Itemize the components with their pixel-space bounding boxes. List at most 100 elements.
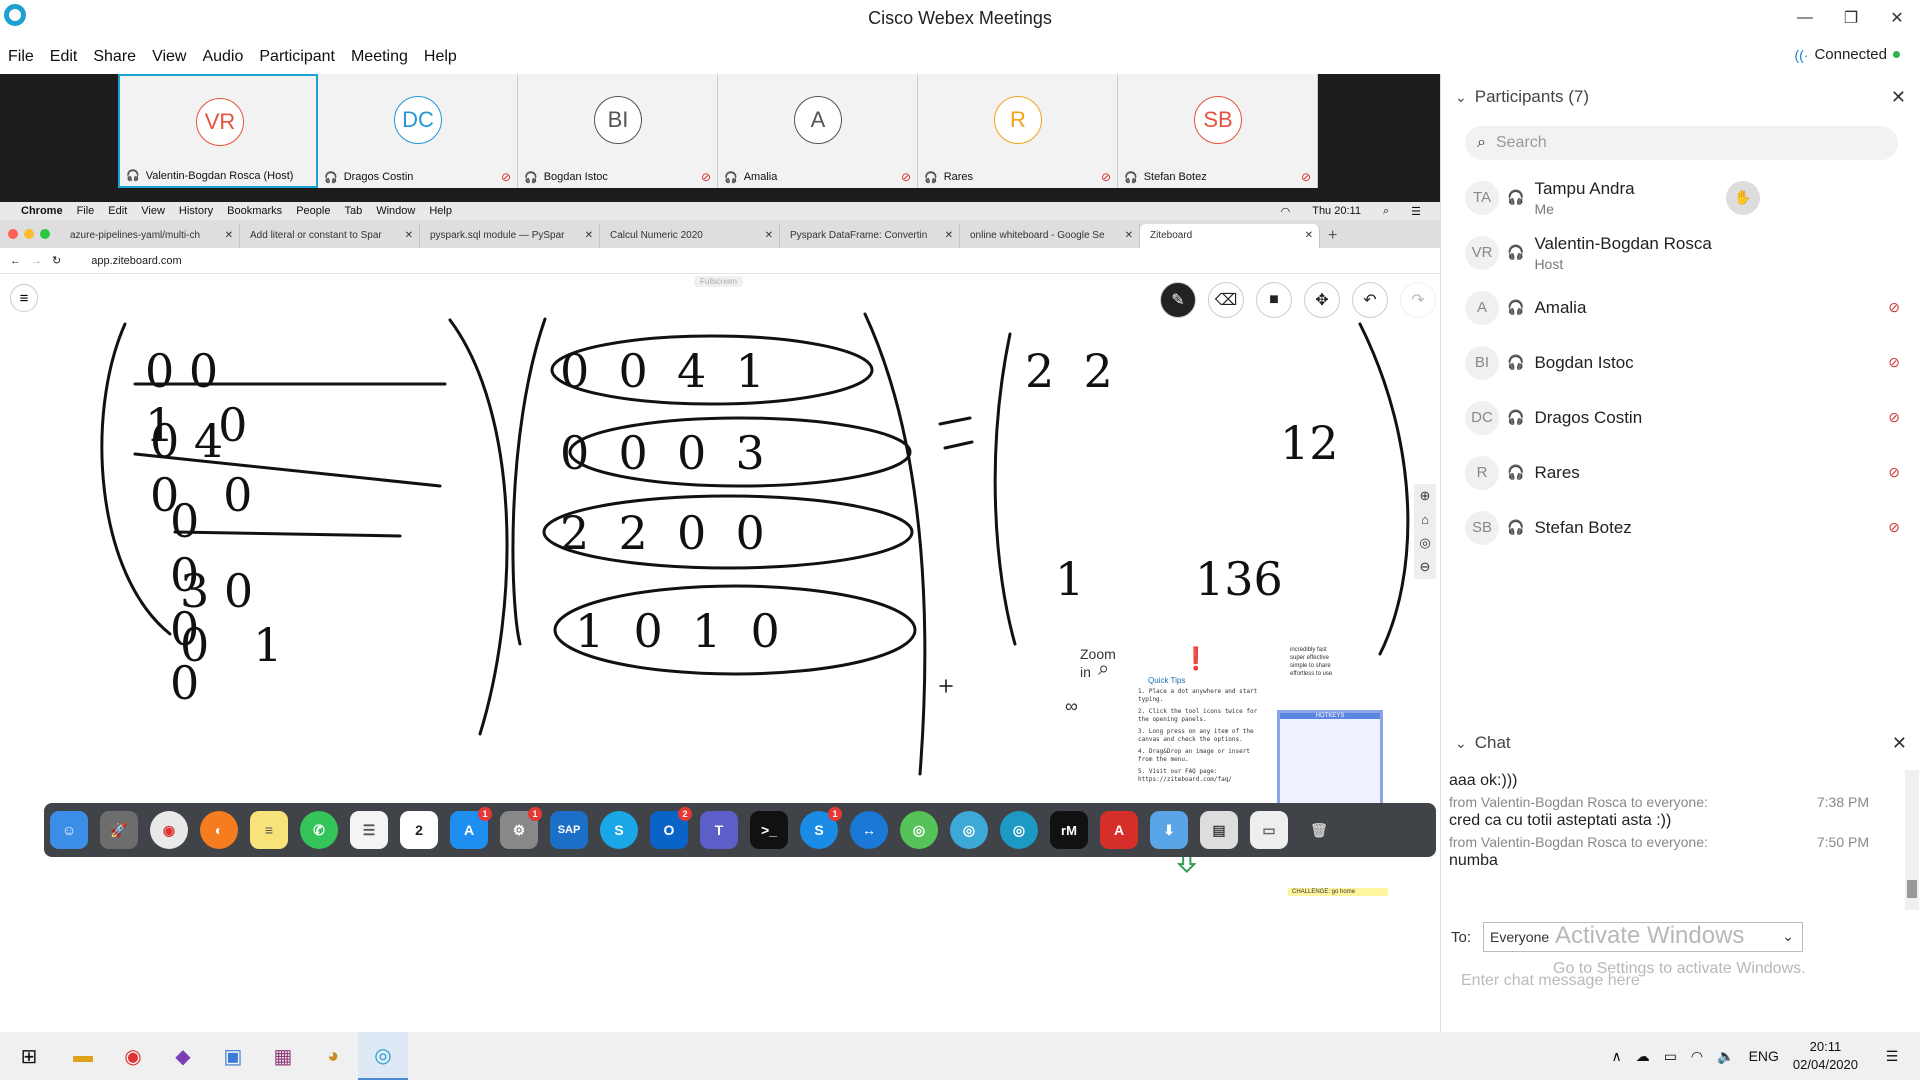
winrar-icon[interactable]: ▦ bbox=[258, 1032, 308, 1080]
menu-participant[interactable]: Participant bbox=[251, 44, 343, 70]
tab-label: azure-pipelines-yaml/multi-ch bbox=[70, 230, 201, 241]
headset-icon: 🎧 bbox=[126, 170, 140, 182]
system-preferences-icon: ⚙ 1 bbox=[500, 807, 542, 849]
video-thumbnail[interactable]: SB 🎧 Stefan Botez ⊘ bbox=[1118, 74, 1318, 188]
participant-row[interactable]: VR 🎧 Valentin-Bogdan Rosca Host bbox=[1441, 225, 1920, 280]
video-thumbnail[interactable]: DC 🎧 Dragos Costin ⊘ bbox=[318, 74, 518, 188]
muted-icon[interactable]: ⊘ bbox=[1888, 354, 1900, 371]
muted-icon: ⊘ bbox=[500, 170, 511, 184]
visual-studio-icon[interactable]: ◆ bbox=[158, 1032, 208, 1080]
menu-meeting[interactable]: Meeting bbox=[343, 44, 416, 70]
video-thumbnail[interactable]: VR 🎧 Valentin-Bogdan Rosca (Host) bbox=[118, 74, 318, 188]
notifications-icon[interactable]: ☰ bbox=[1872, 1048, 1912, 1065]
browser-tab: Add literal or constant to Spar ✕ bbox=[240, 224, 420, 248]
video-thumbnail[interactable]: A 🎧 Amalia ⊘ bbox=[718, 74, 918, 188]
tutorial-tip: 1. Place a dot anywhere and start typing… bbox=[1138, 688, 1258, 703]
close-participants-icon[interactable]: ✕ bbox=[1891, 87, 1906, 108]
raise-hand-icon[interactable]: ✋ bbox=[1726, 180, 1760, 215]
participant-row[interactable]: A 🎧 Amalia ⊘ bbox=[1441, 280, 1920, 335]
chevron-down-icon: ⌄ bbox=[1782, 928, 1795, 944]
video-thumbnail[interactable]: BI 🎧 Bogdan Istoc ⊘ bbox=[518, 74, 718, 188]
participant-row[interactable]: DC 🎧 Dragos Costin ⊘ bbox=[1441, 390, 1920, 445]
maximize-icon[interactable]: ❐ bbox=[1828, 0, 1874, 36]
paint-icon[interactable]: ◕ bbox=[308, 1032, 358, 1080]
participant-row[interactable]: SB 🎧 Stefan Botez ⊘ bbox=[1441, 500, 1920, 555]
chrome-taskbar-icon[interactable]: ◉ bbox=[108, 1032, 158, 1080]
forward-icon: → bbox=[31, 254, 42, 267]
avatar: SB bbox=[1194, 96, 1242, 144]
cloud-icon[interactable]: ☁ bbox=[1636, 1048, 1650, 1065]
participant-row[interactable]: R 🎧 Rares ⊘ bbox=[1441, 445, 1920, 500]
photos-icon[interactable]: ▣ bbox=[208, 1032, 258, 1080]
webex-dock-icon: ◎ bbox=[900, 811, 938, 849]
chevron-down-icon[interactable]: ⌄ bbox=[1455, 89, 1467, 106]
muted-icon: ⊘ bbox=[700, 170, 711, 184]
participant-name: Rares bbox=[1534, 462, 1580, 482]
close-chat-icon[interactable]: ✕ bbox=[1892, 733, 1907, 754]
acrobat-icon: A bbox=[1100, 811, 1138, 849]
remarkable-icon: rM bbox=[1050, 811, 1088, 849]
tray-chevron-icon[interactable]: ∧ bbox=[1611, 1048, 1621, 1065]
menu-bar: File Edit Share View Audio Participant M… bbox=[0, 44, 1440, 70]
tab-label: Ziteboard bbox=[1150, 230, 1193, 241]
mac-menu-window: Window bbox=[376, 205, 416, 217]
mac-menu-view: View bbox=[141, 205, 165, 217]
participant-name: Tampu Andra bbox=[1534, 178, 1635, 198]
muted-icon[interactable]: ⊘ bbox=[1888, 299, 1900, 316]
meeting-stage: VR 🎧 Valentin-Bogdan Rosca (Host) DC 🎧 Drag… bbox=[0, 74, 1440, 1032]
menu-help[interactable]: Help bbox=[416, 44, 465, 70]
mac-menu-history: History bbox=[178, 205, 214, 217]
sap-icon: SAP bbox=[550, 811, 588, 849]
zoom-controls: ⊕ ⌂ ◎ ⊖ bbox=[1414, 484, 1436, 579]
participant-row[interactable]: TA 🎧 Tampu Andra Me ✋ bbox=[1441, 170, 1920, 225]
menu-file[interactable]: File bbox=[0, 44, 42, 70]
mac-menu-bar: Chrome File Edit View History Bookmarks … bbox=[0, 202, 1440, 220]
start-icon[interactable]: ⊞ bbox=[0, 1044, 58, 1069]
headset-icon: 🎧 bbox=[1507, 189, 1525, 205]
menu-edit[interactable]: Edit bbox=[42, 44, 86, 70]
avatar: DC bbox=[1465, 400, 1499, 435]
close-icon[interactable]: ✕ bbox=[1874, 0, 1920, 36]
chevron-down-icon[interactable]: ⌄ bbox=[1455, 735, 1467, 752]
muted-icon[interactable]: ⊘ bbox=[1888, 519, 1900, 536]
tab-close-icon: ✕ bbox=[1124, 230, 1133, 241]
muted-icon[interactable]: ⊘ bbox=[1888, 464, 1900, 481]
battery-icon[interactable]: ▭ bbox=[1664, 1048, 1677, 1065]
chat-scrollbar[interactable] bbox=[1905, 770, 1919, 910]
zoom-window-icon bbox=[40, 229, 50, 239]
video-thumbnail[interactable]: R 🎧 Rares ⊘ bbox=[918, 74, 1118, 188]
menu-view[interactable]: View bbox=[144, 44, 194, 70]
taskbar-clock[interactable]: 20:11 02/04/2020 bbox=[1793, 1038, 1858, 1074]
downloads-icon: ⬇ bbox=[1150, 811, 1188, 849]
chat-header: ⌄ Chat ✕ bbox=[1441, 720, 1920, 766]
chat-title: Chat bbox=[1474, 733, 1511, 752]
wifi-tray-icon[interactable]: ◠ bbox=[1691, 1048, 1703, 1065]
headset-icon: 🎧 bbox=[1507, 519, 1525, 535]
connection-icon: ((· bbox=[1794, 46, 1809, 63]
headset-icon: 🎧 bbox=[1507, 464, 1525, 480]
ziteboard-tutorial: Zoom in ⌕ ∞ ❗ Quick Tips 1. Place a dot … bbox=[1030, 646, 1430, 908]
webex-taskbar-icon[interactable]: ◎ bbox=[358, 1032, 408, 1080]
muted-icon[interactable]: ⊘ bbox=[1888, 409, 1900, 426]
participant-row[interactable]: BI 🎧 Bogdan Istoc ⊘ bbox=[1441, 335, 1920, 390]
tutorial-zoom-in: in bbox=[1080, 664, 1091, 680]
language-indicator[interactable]: ENG bbox=[1749, 1048, 1779, 1064]
participant-name: Dragos Costin bbox=[343, 171, 414, 183]
menu-audio[interactable]: Audio bbox=[194, 44, 251, 70]
tab-close-icon: ✕ bbox=[764, 230, 773, 241]
participant-search[interactable]: ⌕ Search bbox=[1465, 126, 1898, 160]
side-panel: ⌄ Participants (7) ✕ ⌕ Search TA 🎧 Tampu… bbox=[1440, 74, 1920, 1032]
tutorial-feature: effortless to use bbox=[1290, 671, 1333, 677]
back-icon: ← bbox=[10, 254, 21, 267]
volume-icon[interactable]: 🔈 bbox=[1717, 1048, 1734, 1065]
app-store-icon: A1 bbox=[450, 807, 492, 849]
firefox-icon: ◐ bbox=[200, 811, 238, 849]
tab-close-icon: ✕ bbox=[944, 230, 953, 241]
file-explorer-icon[interactable]: ▬ bbox=[58, 1032, 108, 1080]
to-label: To: bbox=[1451, 928, 1472, 946]
tab-close-icon: ✕ bbox=[404, 230, 413, 241]
hotkeys-card: HOTKEYS bbox=[1277, 710, 1383, 814]
minimize-icon[interactable]: — bbox=[1782, 0, 1828, 36]
connection-status: ((· Connected bbox=[1794, 46, 1900, 63]
menu-share[interactable]: Share bbox=[85, 44, 144, 70]
